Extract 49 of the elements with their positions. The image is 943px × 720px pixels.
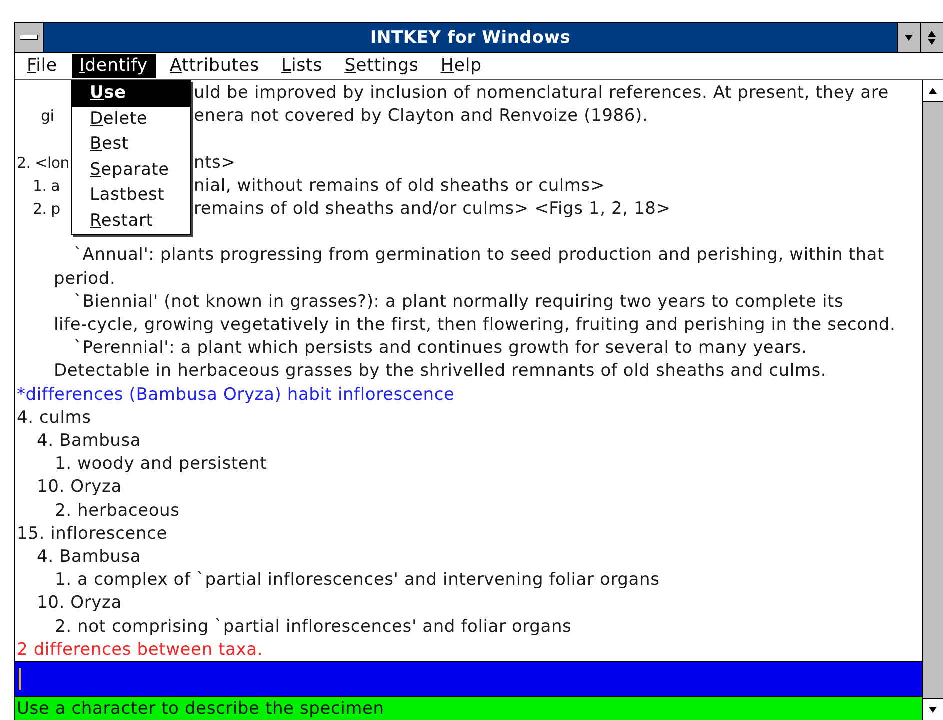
menu-item[interactable]: File	[19, 54, 66, 78]
command-input[interactable]	[15, 661, 922, 697]
definition-text: `Annual': plants progressing from germination to seed production and perishing, within that	[74, 245, 884, 266]
text-line: uld be improved by inclusion of nomenclatural references. At present, they are	[194, 82, 890, 105]
restore-button[interactable]	[920, 23, 943, 52]
occluded-text: gi	[41, 107, 54, 126]
character-state: 2. not comprising `partial inflorescences' and foliar organs	[55, 616, 572, 637]
down-arrow-icon	[905, 34, 913, 40]
character-heading: 4. culms	[17, 408, 92, 428]
text-cursor	[19, 668, 21, 690]
scroll-down-button[interactable]	[923, 698, 943, 720]
text-line: remains of old sheaths and/or culms> <Figs 1, 2, 18>	[194, 198, 671, 221]
result-message: 2 differences between taxa.	[17, 640, 264, 660]
system-menu-button[interactable]	[15, 23, 44, 52]
taxon-name: 10. Oryza	[37, 477, 122, 498]
text-line: nial, without remains of old sheaths or culms>	[194, 174, 605, 198]
menu-item[interactable]: Lists	[273, 54, 331, 78]
occluded-text: 1. a	[33, 176, 60, 195]
menu-item[interactable]: Identify	[72, 54, 156, 78]
definition-text: life-cycle, growing vegetatively in the first, then flowering, fruiting and perishing in the second.	[54, 315, 896, 335]
command-text: *differences (Bambusa Oryza) habit inflorescence	[17, 384, 455, 405]
up-arrow-icon	[929, 88, 937, 94]
taxon-name: 4. Bambusa	[37, 547, 142, 568]
down-arrow-icon	[929, 706, 937, 712]
window-title: INTKEY for Windows	[369, 26, 572, 50]
up-down-arrows-icon	[928, 30, 936, 44]
menu-item[interactable]: Settings	[336, 54, 427, 78]
definition-text: `Biennial' (not known in grasses?): a plant normally requiring two years to complete its	[74, 292, 844, 312]
menu-option[interactable]: Use	[72, 81, 190, 106]
scroll-up-button[interactable]	[923, 80, 943, 102]
taxon-name: 4. Bambusa	[37, 431, 142, 452]
definition-text: `Perennial': a plant which persists and continues growth for several to many years.	[74, 338, 808, 358]
text-line: enera not covered by Clayton and Renvoize (1986).	[194, 105, 648, 128]
taxon-name: 10. Oryza	[37, 593, 122, 614]
menu-item[interactable]: Help	[432, 54, 490, 78]
character-state: 1. a complex of `partial inflorescences' and intervening foliar organs	[55, 570, 660, 590]
menu-item[interactable]: Attributes	[162, 54, 268, 78]
character-state: 1. woody and persistent	[55, 454, 268, 474]
vertical-scrollbar[interactable]	[922, 80, 943, 720]
minimize-button[interactable]	[897, 23, 920, 52]
dash-icon	[20, 35, 38, 40]
occluded-text: 2. <lon	[17, 154, 70, 172]
definition-text: Detectable in herbaceous grasses by the shrivelled remnants of old sheaths and culms.	[54, 361, 827, 382]
definition-text: period.	[54, 268, 116, 289]
status-bar: Use a character to describe the specimen	[15, 697, 922, 720]
text-line: nts>	[194, 152, 236, 175]
character-state: 2. herbaceous	[55, 500, 180, 521]
character-heading: 15. inflorescence	[17, 524, 168, 544]
occluded-text: 2. p	[33, 200, 60, 218]
